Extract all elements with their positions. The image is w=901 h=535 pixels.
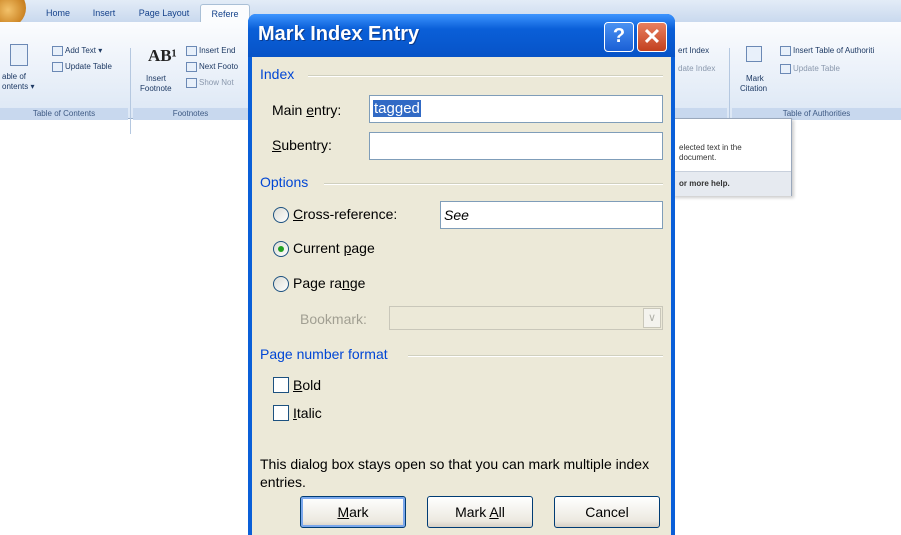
mark-citation-line2[interactable]: Citation — [740, 84, 767, 94]
dialog-note: This dialog box stays open so that you c… — [260, 456, 650, 490]
insert-endnote-label: Insert End — [199, 46, 236, 56]
insert-footnote-line2[interactable]: Footnote — [140, 84, 172, 94]
show-notes-icon — [186, 78, 197, 88]
main-entry-input[interactable]: tagged — [369, 95, 663, 123]
subentry-input[interactable] — [369, 132, 663, 160]
add-text-button[interactable]: Add Text ▾ — [52, 46, 102, 56]
add-text-icon — [52, 46, 63, 56]
next-footnote-icon — [186, 62, 197, 72]
dialog-client-area: Index Main entry: tagged Subentry: Optio… — [252, 57, 671, 535]
dialog-titlebar[interactable]: Mark Index Entry ? ✕ — [248, 14, 675, 57]
help-button[interactable]: ? — [604, 22, 634, 52]
group-label-footnotes: Footnotes — [133, 108, 248, 120]
section-divider — [308, 75, 663, 77]
mark-citation-icon — [746, 46, 762, 62]
toc-label-line2[interactable]: ontents ▾ — [2, 82, 34, 92]
tooltip-help-bar: or more help. — [673, 171, 791, 196]
add-text-label: Add Text ▾ — [65, 46, 103, 56]
show-notes-label: Show Not — [199, 78, 234, 88]
mark-index-entry-dialog: Mark Index Entry ? ✕ Index Main entry: t… — [248, 14, 675, 535]
update-toa-button[interactable]: Update Table — [780, 64, 840, 74]
insert-toa-icon — [780, 46, 791, 56]
italic-checkbox[interactable] — [273, 405, 289, 421]
insert-endnote-button[interactable]: Insert End — [186, 46, 235, 56]
toc-label-line1[interactable]: able of — [2, 72, 26, 82]
insert-table-of-authorities-button[interactable]: Insert Table of Authoriti — [780, 46, 874, 56]
tab-page-layout[interactable]: Page Layout — [134, 4, 194, 22]
ribbon-separator — [130, 48, 131, 134]
cross-reference-label[interactable]: Cross-reference: — [293, 206, 397, 222]
update-table-button[interactable]: Update Table — [52, 62, 112, 72]
mark-button[interactable]: Mark — [300, 496, 406, 528]
mark-citation-line1[interactable]: Mark — [746, 74, 764, 84]
tab-references[interactable]: Refere — [200, 4, 250, 23]
tooltip-popup: elected text in the document. or more he… — [672, 118, 792, 196]
update-toa-label: Update Table — [793, 64, 840, 74]
page-range-radio[interactable] — [273, 276, 289, 292]
group-label-toc: Table of Contents — [0, 108, 128, 120]
tooltip-help-text: or more help. — [679, 179, 730, 188]
bold-checkbox[interactable] — [273, 377, 289, 393]
table-of-contents-icon — [10, 44, 28, 66]
insert-index-button[interactable]: ert Index — [678, 46, 709, 56]
section-options: Options — [260, 174, 309, 190]
update-table-label: Update Table — [65, 62, 112, 72]
insert-endnote-icon — [186, 46, 197, 56]
insert-toa-label: Insert Table of Authoriti — [793, 46, 875, 56]
bookmark-label: Bookmark: — [300, 311, 367, 327]
section-index: Index — [260, 66, 295, 82]
cancel-button[interactable]: Cancel — [554, 496, 660, 528]
current-page-radio[interactable] — [273, 241, 289, 257]
section-divider — [324, 183, 663, 185]
subentry-label: Subentry: — [272, 137, 332, 153]
insert-footnote-line1[interactable]: Insert — [146, 74, 166, 84]
update-index-button[interactable]: date Index — [678, 64, 715, 74]
main-entry-label: Main entry: — [272, 102, 342, 118]
insert-footnote-icon: AB¹ — [148, 46, 177, 65]
show-notes-button[interactable]: Show Not — [186, 78, 234, 88]
help-icon: ? — [612, 25, 626, 47]
tooltip-line: document. — [679, 153, 717, 162]
bookmark-combobox[interactable]: ∨ — [389, 306, 663, 330]
close-icon: ✕ — [642, 24, 662, 49]
tab-insert[interactable]: Insert — [84, 4, 124, 22]
update-toa-icon — [780, 64, 791, 74]
page-range-label[interactable]: Page range — [293, 275, 365, 291]
current-page-label[interactable]: Current page — [293, 240, 375, 256]
tab-home[interactable]: Home — [38, 4, 78, 22]
cross-reference-radio[interactable] — [273, 207, 289, 223]
next-footnote-label: Next Footo — [199, 62, 239, 72]
italic-label[interactable]: Italic — [293, 405, 322, 421]
close-button[interactable]: ✕ — [637, 22, 667, 52]
update-table-icon — [52, 62, 63, 72]
section-divider — [408, 355, 663, 357]
mark-all-button[interactable]: Mark All — [427, 496, 533, 528]
next-footnote-button[interactable]: Next Footo — [186, 62, 238, 72]
tooltip-line: elected text in the — [679, 143, 742, 152]
section-page-number-format: Page number format — [260, 346, 388, 362]
dialog-title: Mark Index Entry — [258, 23, 420, 45]
bold-label[interactable]: Bold — [293, 377, 321, 393]
chevron-down-icon[interactable]: ∨ — [643, 308, 661, 328]
cross-reference-input[interactable]: See — [440, 201, 663, 229]
